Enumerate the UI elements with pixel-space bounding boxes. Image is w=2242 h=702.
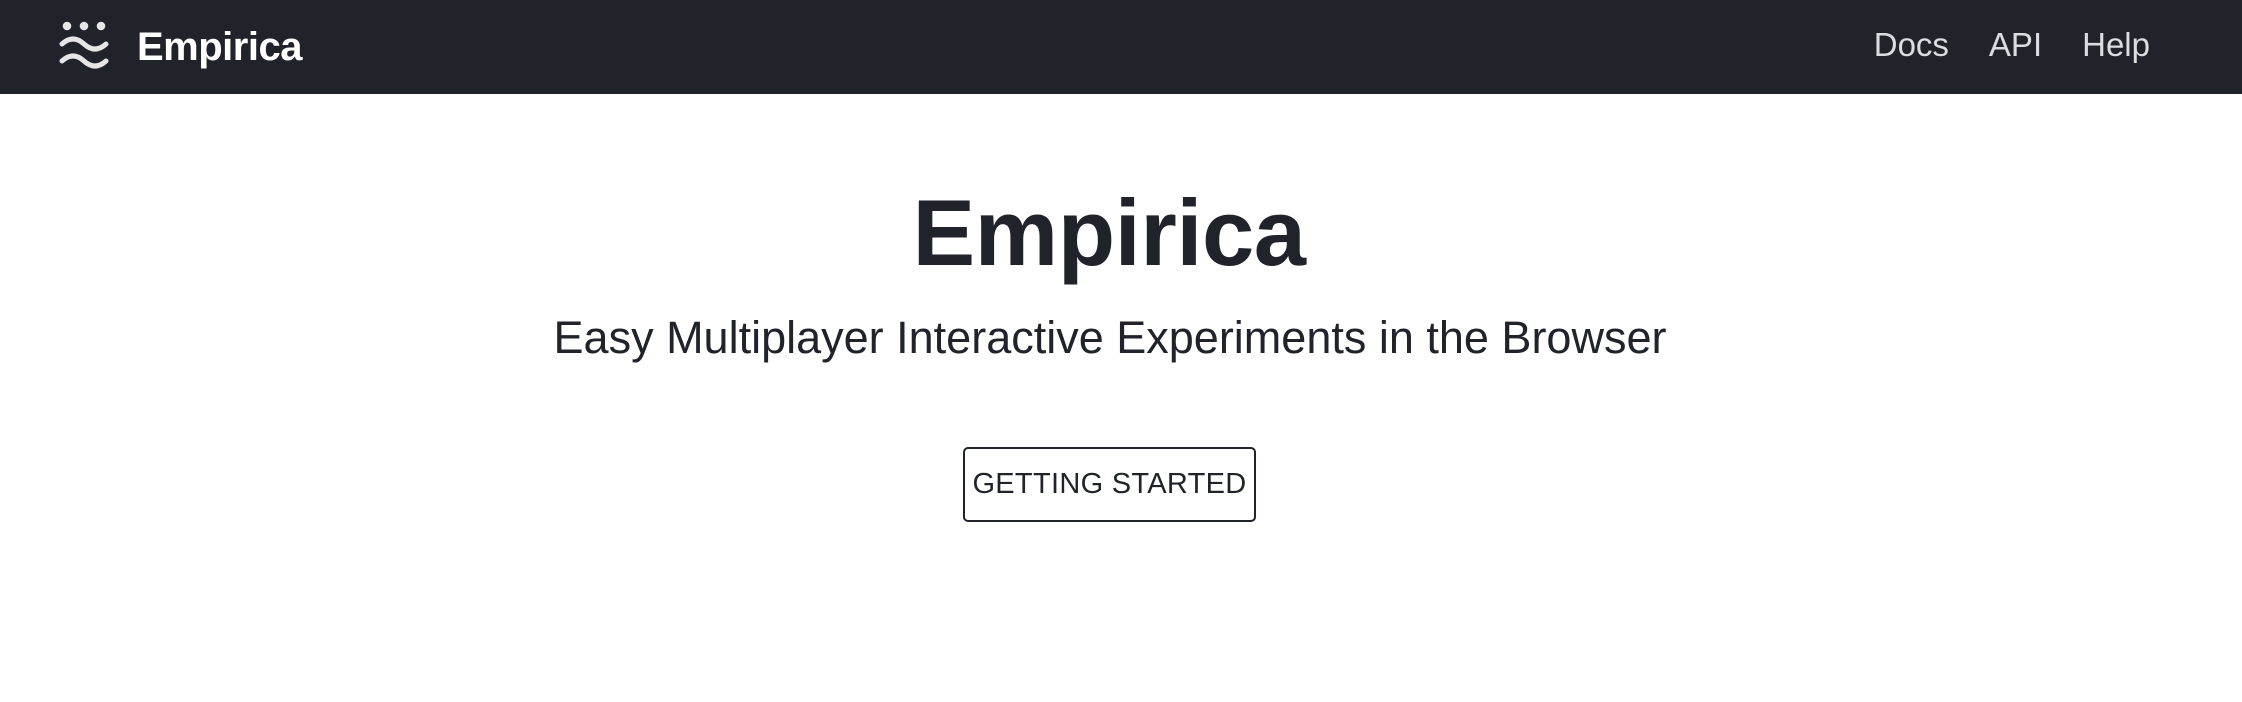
brand-name: Empirica — [137, 25, 302, 69]
nav-link-help[interactable]: Help — [2082, 28, 2150, 61]
nav-link-docs[interactable]: Docs — [1874, 28, 1949, 61]
brand-home-link[interactable]: Empirica — [57, 0, 302, 94]
nav-links: Docs API Help — [1834, 0, 2150, 88]
getting-started-button[interactable]: GETTING STARTED — [963, 447, 1256, 522]
top-navbar: Empirica Docs API Help — [0, 0, 2242, 94]
nav-link-api[interactable]: API — [1989, 28, 2042, 61]
hero-subtitle: Easy Multiplayer Interactive Experiments… — [553, 312, 1667, 363]
hero-title: Empirica — [912, 180, 1306, 285]
empirica-logo-icon — [59, 21, 109, 69]
